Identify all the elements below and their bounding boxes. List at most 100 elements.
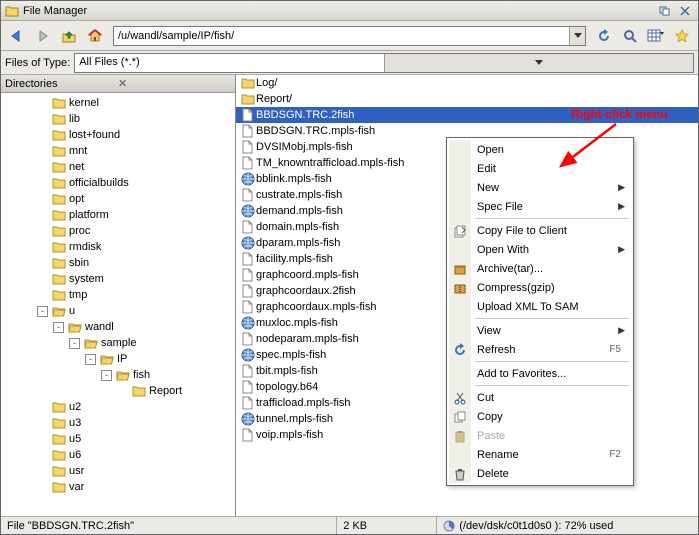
context-menu-item[interactable]: Copy: [449, 407, 631, 426]
tree-item[interactable]: system: [1, 271, 235, 287]
expander-icon[interactable]: -: [69, 338, 80, 349]
expander-spacer: [37, 178, 48, 189]
window-close-icon[interactable]: [676, 4, 694, 18]
tree-item[interactable]: usr: [1, 463, 235, 479]
tree-item[interactable]: lib: [1, 111, 235, 127]
tree-item-label: platform: [69, 209, 109, 221]
tree-item[interactable]: tmp: [1, 287, 235, 303]
context-menu-item[interactable]: New▶: [449, 178, 631, 197]
view-options-button[interactable]: [644, 24, 668, 48]
tree-item[interactable]: -IP: [1, 351, 235, 367]
file-name: TM_knowntrafficload.mpls-fish: [256, 157, 404, 169]
search-button[interactable]: [618, 24, 642, 48]
tree-item[interactable]: u3: [1, 415, 235, 431]
tree-item[interactable]: net: [1, 159, 235, 175]
tree-item[interactable]: lost+found: [1, 127, 235, 143]
favorites-button[interactable]: [670, 24, 694, 48]
folder-icon: [52, 113, 66, 125]
tree-item[interactable]: mnt: [1, 143, 235, 159]
context-menu-item[interactable]: Spec File▶: [449, 197, 631, 216]
folder-open-icon: [84, 337, 98, 349]
context-menu-item[interactable]: Delete: [449, 464, 631, 483]
context-menu-item[interactable]: Compress(gzip): [449, 278, 631, 297]
tree-item[interactable]: u5: [1, 431, 235, 447]
tree-item-label: net: [69, 161, 84, 173]
file-name: spec.mpls-fish: [256, 349, 326, 361]
back-button[interactable]: [5, 24, 29, 48]
tree-item[interactable]: Report: [1, 383, 235, 399]
tree-item[interactable]: kernel: [1, 95, 235, 111]
home-button[interactable]: [83, 24, 107, 48]
address-bar[interactable]: [113, 26, 586, 46]
refresh-button[interactable]: [592, 24, 616, 48]
expander-icon[interactable]: -: [85, 354, 96, 365]
context-menu-item[interactable]: RefreshF5: [449, 340, 631, 359]
file-name: Log/: [256, 77, 277, 89]
tree-item[interactable]: var: [1, 479, 235, 495]
tree-item[interactable]: rmdisk: [1, 239, 235, 255]
folder-icon: [52, 465, 66, 477]
tree-item[interactable]: platform: [1, 207, 235, 223]
tree-item-label: rmdisk: [69, 241, 101, 253]
context-menu-label: View: [477, 325, 613, 337]
file-icon: [240, 188, 256, 202]
tree-item[interactable]: u6: [1, 447, 235, 463]
window-maximize-icon[interactable]: [656, 4, 674, 18]
context-menu-item[interactable]: Cut: [449, 388, 631, 407]
up-button[interactable]: [57, 24, 81, 48]
globe-icon: [240, 172, 256, 186]
tree-item[interactable]: u2: [1, 399, 235, 415]
context-menu-item[interactable]: Copy File to Client: [449, 221, 631, 240]
refresh-icon: [453, 343, 469, 357]
expander-spacer: [37, 466, 48, 477]
directory-panel-close-icon[interactable]: ✕: [118, 77, 231, 90]
tree-item[interactable]: -wandl: [1, 319, 235, 335]
tree-item-label: sbin: [69, 257, 89, 269]
context-menu-item[interactable]: Archive(tar)...: [449, 259, 631, 278]
context-menu-label: Copy File to Client: [477, 225, 613, 237]
address-dropdown-icon[interactable]: [569, 27, 585, 45]
expander-icon[interactable]: -: [37, 306, 48, 317]
tree-item-label: fish: [133, 369, 150, 381]
tree-item[interactable]: -sample: [1, 335, 235, 351]
tree-item[interactable]: officialbuilds: [1, 175, 235, 191]
disk-icon: [443, 520, 455, 532]
file-row[interactable]: Log/: [236, 75, 698, 91]
tree-item[interactable]: proc: [1, 223, 235, 239]
tree-item[interactable]: opt: [1, 191, 235, 207]
globe-icon: [240, 316, 256, 330]
filter-select[interactable]: All Files (*.*): [74, 53, 694, 73]
directory-tree[interactable]: kernelliblost+foundmnt net officialbuildso…: [1, 93, 235, 516]
forward-button[interactable]: [31, 24, 55, 48]
window-title: File Manager: [23, 5, 654, 17]
file-row[interactable]: Report/: [236, 91, 698, 107]
directory-panel-header: Directories ✕: [1, 75, 235, 93]
expander-spacer: [37, 290, 48, 301]
context-menu-label: Copy: [477, 411, 613, 423]
tree-item[interactable]: -u: [1, 303, 235, 319]
globe-icon: [240, 204, 256, 218]
context-menu-item[interactable]: View▶: [449, 321, 631, 340]
tree-item-label: usr: [69, 465, 84, 477]
expander-icon[interactable]: -: [53, 322, 64, 333]
file-icon: [240, 396, 256, 410]
submenu-arrow-icon: ▶: [618, 244, 625, 255]
context-menu-item[interactable]: Open: [449, 140, 631, 159]
context-menu-item[interactable]: RenameF2: [449, 445, 631, 464]
status-size: 2 KB: [337, 517, 437, 534]
expander-icon[interactable]: -: [101, 370, 112, 381]
address-input[interactable]: [114, 27, 569, 45]
expander-spacer: [37, 194, 48, 205]
context-menu-item[interactable]: Open With▶: [449, 240, 631, 259]
file-row[interactable]: BBDSGN.TRC.2fish: [236, 107, 698, 123]
tree-item[interactable]: sbin: [1, 255, 235, 271]
filter-dropdown-icon[interactable]: [384, 54, 693, 72]
context-menu-item[interactable]: Upload XML To SAM: [449, 297, 631, 316]
statusbar: File "BBDSGN.TRC.2fish" 2 KB (/dev/dsk/c…: [1, 516, 698, 534]
file-name: DVSIMobj.mpls-fish: [256, 141, 353, 153]
context-menu-item[interactable]: Add to Favorites...: [449, 364, 631, 383]
copy-icon: [453, 410, 469, 424]
tree-item[interactable]: - fish: [1, 367, 235, 383]
context-menu-item[interactable]: Edit: [449, 159, 631, 178]
context-menu-shortcut: F2: [609, 449, 621, 460]
